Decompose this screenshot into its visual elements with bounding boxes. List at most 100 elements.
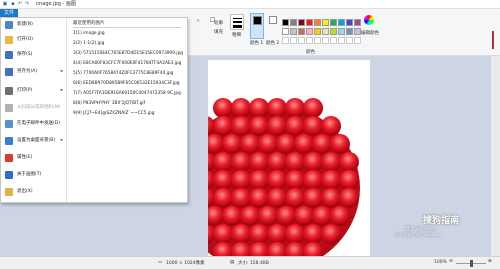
color1-label: 颜色 1 [250,41,264,46]
raspberry-drupe [213,152,233,172]
empty-custom-swatch[interactable] [354,37,361,44]
recent-picture-item[interactable]: 2(2) 1-1(2).jpg [73,41,104,46]
recent-picture-item[interactable]: 4(4) E8CA00F83CFC7F000E0F41784TF4A2AE3.j… [73,61,181,66]
file-menu-item-label: 退出(X) [17,189,33,194]
desktop-background-icon [5,137,13,145]
palette-color-swatch[interactable] [322,19,329,26]
file-menu-item[interactable]: 从扫描仪或照相机(M) [3,101,65,115]
quick-save-icon[interactable]: ▪ [10,1,16,7]
palette-color-swatch[interactable] [314,19,321,26]
raspberry-drupe [294,206,314,226]
palette-color-swatch[interactable] [298,28,305,35]
raspberry-drupe [231,98,251,118]
palette-color-swatch[interactable] [338,19,345,26]
recent-pictures-title: 最近使用的图片 [73,21,105,26]
raspberry-drupe [321,170,341,190]
zoom-slider[interactable] [456,260,486,267]
palette-color-swatch[interactable] [354,19,361,26]
palette-color-swatch[interactable] [298,19,305,26]
recent-picture-item[interactable]: 5(5) 7700A0F7658474Z0FC3775C8E89F44.jpg [73,71,173,76]
palette-color-swatch[interactable] [314,28,321,35]
recent-picture-item[interactable]: 1(1) image.jpg [73,31,105,36]
edit-colors-label[interactable]: 编辑颜色 [360,30,380,36]
file-menu-item-label: 打开(O) [17,37,34,42]
image-canvas[interactable] [208,60,370,256]
zoom-out-button[interactable]: ⊖ [449,259,453,264]
raspberry-drupe [213,188,233,208]
undo-icon[interactable]: ↶ [17,1,23,7]
raspberry-drupe [339,188,359,208]
edit-colors-icon[interactable] [364,15,374,25]
file-menu-item[interactable]: 设置为桌面背景(B) ▸ [3,134,65,148]
raspberry-drupe [303,224,323,244]
size-button[interactable] [230,14,244,30]
rotate-button[interactable]: ▿ [197,19,199,24]
palette-color-swatch[interactable] [290,19,297,26]
raspberry-drupe [285,188,305,208]
file-size-icon: ▤ [230,260,235,265]
color1-button[interactable] [250,13,264,39]
file-menu-item[interactable]: 关于画图(T) [3,168,65,182]
palette-color-swatch[interactable] [306,28,313,35]
color2-label: 颜色 2 [266,41,280,46]
color2-button[interactable] [266,13,280,39]
palette-color-swatch[interactable] [322,28,329,35]
file-menu-item-label: 关于画图(T) [17,172,42,177]
file-menu-item[interactable]: 打开(O) [3,33,65,47]
empty-custom-swatch[interactable] [346,37,353,44]
empty-custom-swatch[interactable] [330,37,337,44]
palette-color-swatch[interactable] [306,19,313,26]
paint-3d-icon[interactable] [492,31,494,49]
raspberry-drupe [231,116,251,136]
zoom-in-button[interactable]: ⊕ [488,259,492,264]
file-menu-item-label: 属性(E) [17,155,33,160]
palette-color-swatch[interactable] [282,28,289,35]
raspberry-drupe [249,152,269,172]
file-menu-item[interactable]: 在电子邮件中发送(D) [3,117,65,131]
info-icon [5,171,13,179]
file-menu-item[interactable]: 另存为(A) ▸ [3,65,65,79]
file-menu-item[interactable]: 新建(N) [3,18,65,32]
palette-color-swatch[interactable] [330,28,337,35]
raspberry-drupe [285,152,305,172]
status-bar: ▭ 1000 × 1024像素 ▤ 大小: 158.4KB 100% ⊖ ⊕ [0,256,500,269]
recent-picture-item[interactable]: 7(7) A05F7FA1DE916A60150C4047472358 9C.j… [73,91,181,96]
raspberry-drupe [231,152,251,172]
file-size: 大小: 158.4KB [238,261,269,266]
file-tab[interactable]: 文件 [0,9,18,17]
file-menu-item-label: 在电子邮件中发送(D) [17,121,60,126]
palette-color-swatch[interactable] [346,19,353,26]
file-menu-item[interactable]: 属性(E) [3,151,65,165]
recent-picture-item[interactable]: 6(6) EED8B970D895B9F65C06532E15934C3F.jp… [73,81,180,86]
submenu-arrow-icon: ▸ [60,138,63,143]
file-menu-item[interactable]: 保存(S) [3,48,65,62]
raspberry-drupe [249,98,269,118]
file-menu-item-label: 设置为桌面背景(B) [17,138,56,143]
fill-label[interactable]: 填充 [214,29,223,35]
outline-label[interactable]: 轮廓 [214,20,223,26]
empty-custom-swatch[interactable] [298,37,305,44]
raspberry-drupe [222,206,242,226]
file-menu-item-label: 新建(N) [17,22,33,27]
file-menu-item[interactable]: 退出(X) [3,185,65,199]
empty-custom-swatch[interactable] [290,37,297,44]
recent-picture-item[interactable]: 3(3) 5715150E4C765E87D4D15E15EC0973909.j… [73,51,183,56]
redo-icon[interactable]: ↷ [24,1,30,7]
colors-group-label: 颜色 [306,50,315,55]
palette-color-swatch[interactable] [346,28,353,35]
empty-custom-swatch[interactable] [322,37,329,44]
recent-picture-item[interactable]: 9(9) JCJ7~E4]@SZXZNAIZ`~~CC5.jpg [73,111,155,116]
empty-custom-swatch[interactable] [306,37,313,44]
empty-custom-swatch[interactable] [282,37,289,44]
palette-color-swatch[interactable] [338,28,345,35]
recent-picture-item[interactable]: 8(8) P83VPH'PHY`3BX'1JQT)BT.gif [73,101,145,106]
palette-color-swatch[interactable] [290,28,297,35]
raspberry-drupe [231,188,251,208]
raspberry-drupe [213,116,233,136]
empty-custom-swatch[interactable] [314,37,321,44]
file-menu-item[interactable]: 打印(P) ▸ [3,84,65,98]
empty-custom-swatch[interactable] [338,37,345,44]
palette-color-swatch[interactable] [282,19,289,26]
palette-color-swatch[interactable] [330,19,337,26]
raspberry-drupe [267,188,287,208]
